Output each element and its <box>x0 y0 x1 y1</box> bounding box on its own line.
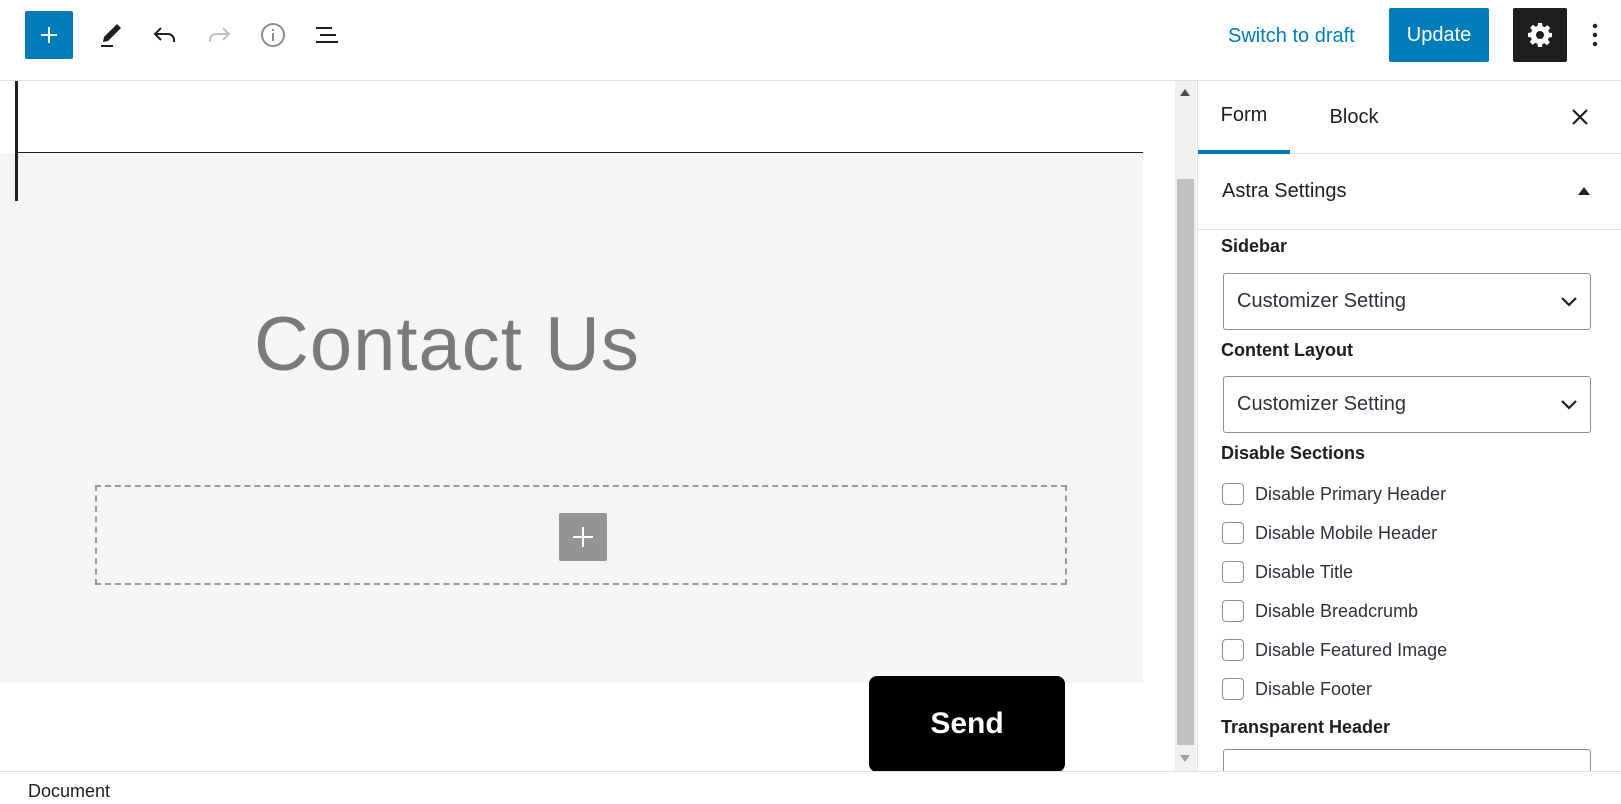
disable-featured-image-option[interactable]: Disable Featured Image <box>1222 636 1447 664</box>
disable-title-option[interactable]: Disable Title <box>1222 558 1353 586</box>
checkbox-label: Disable Breadcrumb <box>1255 600 1419 621</box>
settings-sidebar: Form Block Astra Settings Sidebar Custom… <box>1197 81 1621 771</box>
transparent-header-select[interactable] <box>1223 749 1591 771</box>
disable-breadcrumb-checkbox[interactable] <box>1222 600 1244 622</box>
gear-icon <box>1528 23 1552 47</box>
sidebar-select[interactable]: Customizer Setting <box>1223 273 1591 330</box>
disable-footer-checkbox[interactable] <box>1222 678 1244 700</box>
details-button[interactable] <box>253 15 293 55</box>
checkbox-label: Disable Mobile Header <box>1255 522 1438 543</box>
settings-button[interactable] <box>1513 8 1567 62</box>
canvas-scrollbar[interactable] <box>1175 81 1196 771</box>
block-appender[interactable] <box>95 485 1067 585</box>
list-view-icon <box>316 27 338 43</box>
editor-canvas[interactable]: Contact Us Send <box>0 81 1175 771</box>
sidebar-tabs: Form Block <box>1198 81 1621 154</box>
info-icon <box>261 23 285 47</box>
page-heading[interactable]: Contact Us <box>254 301 640 388</box>
tab-block[interactable]: Block <box>1308 81 1400 154</box>
disable-mobile-header-option[interactable]: Disable Mobile Header <box>1222 519 1437 547</box>
close-sidebar-button[interactable] <box>1564 101 1596 133</box>
close-icon <box>1572 109 1588 125</box>
update-button[interactable]: Update <box>1389 8 1489 62</box>
sidebar-setting-label: Sidebar <box>1221 236 1288 256</box>
caret-up-icon <box>1578 187 1590 195</box>
redo-button[interactable] <box>199 15 239 55</box>
options-button[interactable] <box>1582 15 1608 55</box>
plus-icon <box>573 527 593 547</box>
undo-button[interactable] <box>145 15 185 55</box>
disable-title-checkbox[interactable] <box>1222 561 1244 583</box>
content-layout-select[interactable]: Customizer Setting <box>1223 376 1591 433</box>
tab-form[interactable]: Form <box>1198 81 1290 154</box>
tools-button[interactable] <box>91 15 131 55</box>
scroll-thumb[interactable] <box>1177 179 1194 745</box>
editor-footer: Document <box>0 771 1621 804</box>
send-button[interactable]: Send <box>869 676 1065 771</box>
undo-icon <box>153 27 175 42</box>
disable-featured-image-checkbox[interactable] <box>1222 639 1244 661</box>
sidebar-select-value: Customizer Setting <box>1237 290 1406 312</box>
list-view-button[interactable] <box>307 15 347 55</box>
checkbox-label: Disable Title <box>1255 561 1354 582</box>
previous-block[interactable] <box>15 81 1143 153</box>
chevron-down-icon <box>1561 297 1577 307</box>
breadcrumb[interactable]: Document <box>28 781 110 802</box>
more-vertical-icon <box>1592 23 1598 47</box>
disable-breadcrumb-option[interactable]: Disable Breadcrumb <box>1222 597 1418 625</box>
panel-title: Astra Settings <box>1222 180 1347 202</box>
chevron-down-icon <box>1561 400 1577 410</box>
pencil-icon <box>101 24 121 47</box>
checkbox-label: Disable Primary Header <box>1255 483 1447 504</box>
transparent-header-label: Transparent Header <box>1221 717 1391 737</box>
block-selection-indicator <box>15 81 18 201</box>
content-layout-select-value: Customizer Setting <box>1237 393 1406 415</box>
disable-footer-option[interactable]: Disable Footer <box>1222 675 1372 703</box>
scroll-down-arrow-icon[interactable] <box>1180 755 1190 762</box>
disable-sections-label: Disable Sections <box>1221 443 1366 463</box>
switch-to-draft-button[interactable]: Switch to draft <box>1228 20 1355 52</box>
cover-block[interactable]: Contact Us <box>0 153 1143 683</box>
add-block-button[interactable] <box>559 513 607 561</box>
astra-settings-panel-header[interactable]: Astra Settings <box>1198 155 1621 230</box>
disable-mobile-header-checkbox[interactable] <box>1222 522 1244 544</box>
editor-toolbar: Switch to draft Update <box>0 0 1621 81</box>
disable-primary-header-checkbox[interactable] <box>1222 483 1244 505</box>
content-layout-label: Content Layout <box>1221 340 1353 360</box>
redo-icon <box>209 27 231 42</box>
checkbox-label: Disable Featured Image <box>1255 639 1448 660</box>
plus-icon <box>41 27 57 43</box>
disable-primary-header-option[interactable]: Disable Primary Header <box>1222 480 1446 508</box>
block-inserter-button[interactable] <box>25 11 73 59</box>
checkbox-label: Disable Footer <box>1255 678 1373 699</box>
scroll-up-arrow-icon[interactable] <box>1180 89 1190 96</box>
